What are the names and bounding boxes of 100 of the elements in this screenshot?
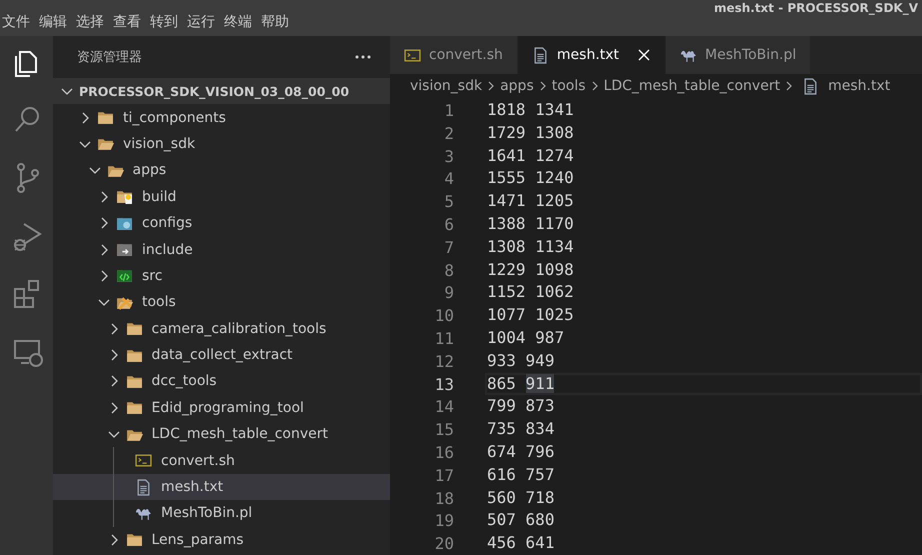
number-value: 1152 (487, 282, 526, 302)
document-icon (802, 78, 820, 95)
number-value: 1308 (487, 236, 526, 256)
number-value: 1471 (487, 191, 526, 210)
number-value: 834 (526, 419, 554, 438)
line-number: 14 (434, 397, 454, 416)
number-value: 560 (487, 488, 516, 507)
breadcrumb-item[interactable]: tools (552, 78, 586, 94)
folder-item[interactable]: tools (53, 289, 390, 316)
number-value: 1341 (535, 100, 574, 120)
number-value: 949 (526, 350, 554, 370)
number-value: 757 (526, 464, 554, 484)
folder-icon (116, 188, 133, 206)
number-value: 456 (487, 533, 516, 552)
folder-item[interactable]: include (53, 236, 390, 263)
number-value: 1388 (487, 214, 526, 234)
document-icon (532, 46, 549, 64)
file-item[interactable]: mesh.txt (53, 474, 390, 500)
folder-icon (126, 320, 142, 338)
folder-item[interactable]: Lens_params (53, 526, 390, 554)
folder-item[interactable]: vision_sdk (53, 130, 390, 158)
line-number: 18 (434, 488, 454, 508)
menu-item[interactable]: 编辑 (37, 13, 74, 31)
folder-icon (116, 241, 133, 258)
line-number: 4 (443, 169, 454, 188)
line-number: 5 (443, 192, 454, 212)
sidebar-title: 资源管理器 (77, 49, 142, 66)
number-value: 1308 (535, 122, 574, 142)
number-value: 718 (526, 488, 554, 507)
number-value: 1818 (487, 100, 526, 120)
number-value: 1229 (487, 260, 526, 279)
menu-item[interactable]: 查看 (111, 13, 148, 31)
folder-item[interactable]: camera_calibration_tools (53, 316, 390, 342)
line-number: 17 (434, 466, 454, 485)
line-number: 8 (443, 260, 454, 280)
folder-item[interactable]: configs (53, 210, 390, 236)
folder-icon (126, 531, 142, 548)
number-value: 1205 (535, 191, 574, 210)
folder-item[interactable]: apps (53, 157, 390, 184)
folder-item[interactable]: dcc_tools (53, 368, 390, 395)
window-title: mesh.txt - PROCESSOR_SDK_V (714, 1, 918, 15)
menu-item[interactable]: 转到 (148, 13, 185, 31)
folder-icon (116, 267, 133, 284)
more-icon[interactable] (354, 54, 372, 60)
file-item[interactable]: convert.sh (53, 447, 390, 474)
number-value: 1555 (487, 168, 526, 188)
close-icon[interactable] (637, 48, 652, 62)
number-value: 865 (487, 374, 516, 393)
line-number: 20 (434, 534, 454, 554)
line-number: 11 (434, 328, 454, 348)
folder-icon (126, 399, 142, 416)
menu-item[interactable]: 终端 (222, 13, 259, 31)
document-icon (135, 478, 152, 496)
number-value: 507 (487, 510, 516, 530)
number-value: 796 (526, 442, 554, 462)
folder-item[interactable]: build (53, 184, 390, 210)
number-value: 1240 (535, 168, 574, 188)
folder-item[interactable]: Edid_programing_tool (53, 394, 390, 422)
number-value: 1025 (535, 305, 574, 324)
breadcrumb-item[interactable]: apps (500, 78, 534, 94)
line-number: 1 (443, 100, 454, 120)
number-value: 1098 (535, 260, 574, 279)
number-value: 616 (487, 464, 516, 484)
number-value: 987 (535, 328, 564, 348)
breadcrumb-item[interactable]: LDC_mesh_table_convert (604, 78, 780, 94)
number-value: 680 (526, 510, 554, 530)
number-value: 1641 (487, 146, 526, 165)
editor-tab[interactable]: MeshToBin.pl (666, 36, 812, 74)
folder-item[interactable]: data_collect_extract (53, 342, 390, 368)
breadcrumb-item[interactable]: mesh.txt (828, 78, 890, 94)
number-value: 799 (487, 396, 516, 416)
line-number: 7 (443, 238, 454, 257)
folder-icon (97, 109, 114, 126)
line-number: 6 (443, 214, 454, 234)
number-value: 1729 (487, 122, 526, 142)
number-value: 933 (487, 350, 516, 370)
number-value: 1170 (535, 214, 574, 234)
folder-item[interactable]: ti_components (53, 104, 390, 131)
number-value: 641 (526, 533, 554, 552)
number-value: 1004 (487, 328, 526, 348)
editor-tab[interactable]: convert.sh (390, 36, 518, 74)
terminal-icon (135, 452, 152, 470)
number-value: 873 (526, 396, 554, 416)
editor-tab[interactable]: mesh.txt (518, 36, 666, 74)
line-number: 13 (434, 374, 454, 394)
folder-item[interactable]: src (53, 262, 390, 290)
menu-item[interactable]: 帮助 (259, 13, 296, 31)
menu-item[interactable]: 选择 (74, 13, 111, 31)
menu-item[interactable]: 文件 (0, 13, 37, 31)
folder-item[interactable]: LDC_mesh_table_convert (53, 421, 390, 448)
file-item[interactable]: MeshToBin.pl (53, 500, 390, 527)
line-number: 16 (434, 442, 454, 462)
workspace-root[interactable]: PROCESSOR_SDK_VISION_03_08_00_00 (53, 78, 390, 104)
number-value: 1274 (535, 146, 574, 165)
menu-item[interactable]: 运行 (185, 13, 222, 31)
line-number: 12 (434, 352, 454, 371)
number-value: 735 (487, 419, 516, 438)
breadcrumb-item[interactable]: vision_sdk (410, 78, 482, 94)
number-value: 1134 (535, 236, 574, 256)
number-value: 1077 (487, 305, 526, 324)
